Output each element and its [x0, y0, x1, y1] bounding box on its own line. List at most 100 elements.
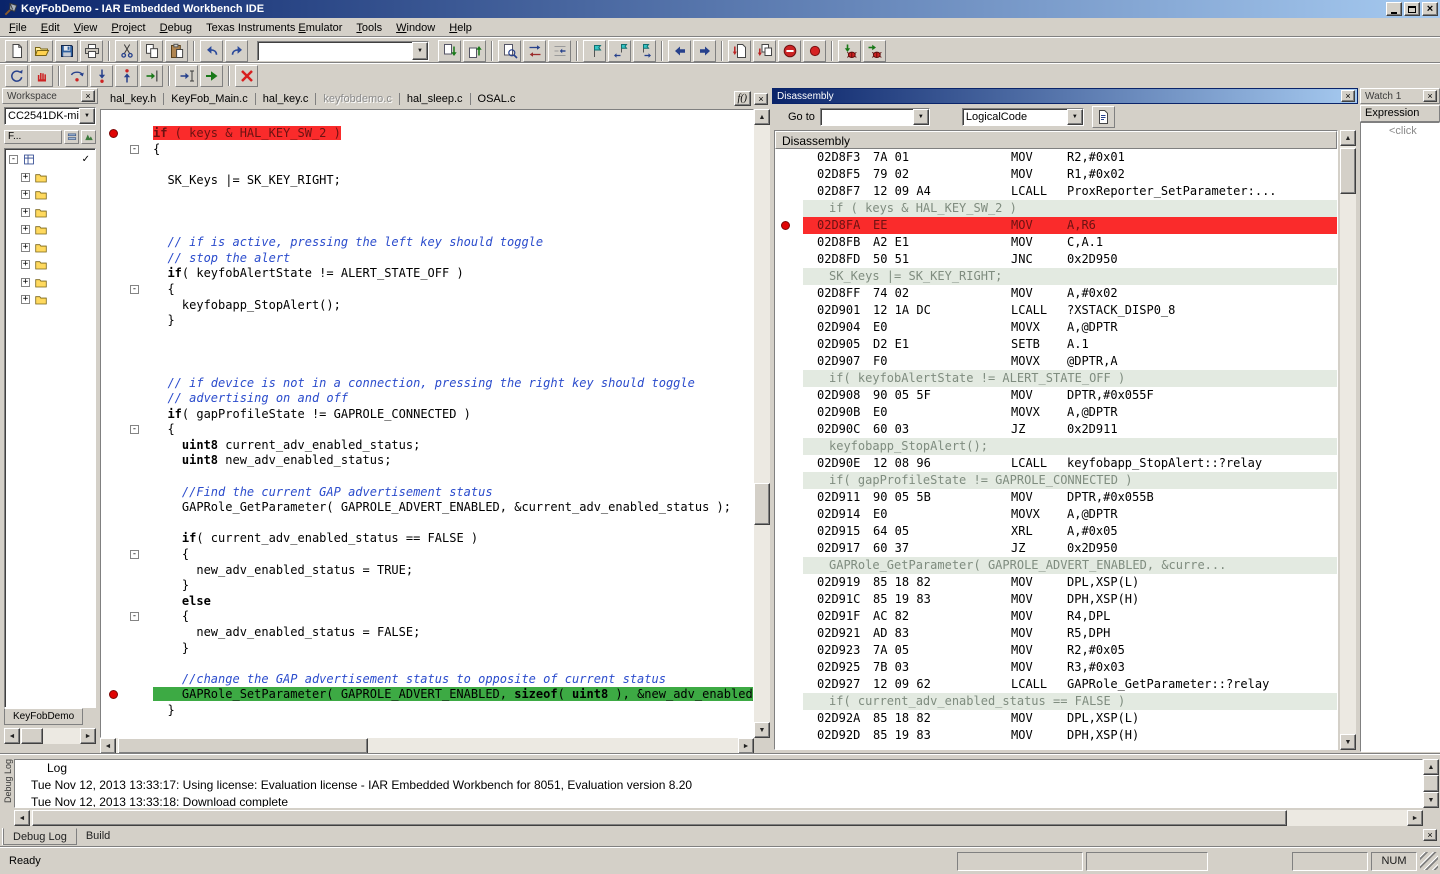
save-button[interactable]	[55, 40, 78, 62]
breakpoint-gutter-cell[interactable]	[101, 266, 127, 282]
fold-collapse-icon[interactable]: -	[130, 145, 139, 154]
scroll-track[interactable]	[754, 125, 770, 722]
breakpoint-gutter-cell[interactable]	[101, 204, 127, 220]
breakpoint-gutter-cell[interactable]	[101, 235, 127, 251]
disassembly-source-line[interactable]: if ( keys & HAL_KEY_SW_2 )	[775, 200, 1337, 217]
breakpoint-gutter-cell[interactable]	[101, 609, 127, 625]
print-button[interactable]	[80, 40, 103, 62]
find-combo-dropdown-icon[interactable]: ▼	[412, 42, 428, 60]
code-line[interactable]: GAPRole_GetParameter( GAPROLE_ADVERT_ENA…	[101, 500, 753, 516]
disassembly-close-button[interactable]: ×	[1341, 90, 1355, 102]
code-line[interactable]	[101, 344, 753, 360]
disassembly-gutter-cell[interactable]	[775, 217, 803, 234]
code-line[interactable]: }	[101, 313, 753, 329]
code-line[interactable]: //Find the current GAP advertisement sta…	[101, 485, 753, 501]
breakpoint-gutter-cell[interactable]	[101, 500, 127, 516]
expand-icon[interactable]: +	[21, 225, 30, 234]
disassembly-source-line[interactable]: if( current_adv_enabled_status == FALSE …	[775, 693, 1337, 710]
editor-close-button[interactable]: ×	[754, 93, 768, 105]
breakpoint-gutter-cell[interactable]	[101, 672, 127, 688]
fold-collapse-icon[interactable]: -	[130, 425, 139, 434]
disassembly-line[interactable]: 02D8F712 09 A4LCALLProxReporter_SetParam…	[775, 183, 1337, 200]
code-line[interactable]: if ( keys & HAL_KEY_SW_2 )	[101, 126, 753, 142]
breakpoint-gutter-cell[interactable]	[101, 485, 127, 501]
code-line[interactable]: }	[101, 703, 753, 719]
code-line[interactable]: uint8 current_adv_enabled_status;	[101, 438, 753, 454]
disassembly-gutter-cell[interactable]	[775, 489, 803, 506]
disassembly-line[interactable]: 02D91760 37JZ0x2D950	[775, 540, 1337, 557]
disassembly-gutter-cell[interactable]	[775, 659, 803, 676]
expand-icon[interactable]: +	[21, 295, 30, 304]
disassembly-line[interactable]: 02D90112 1A DCLCALL?XSTACK_DISP0_8	[775, 302, 1337, 319]
make-button[interactable]	[753, 40, 776, 62]
step-over-button[interactable]	[65, 65, 88, 87]
breakpoint-gutter-cell[interactable]	[101, 641, 127, 657]
disassembly-gutter-cell[interactable]	[775, 200, 803, 217]
disassembly-line[interactable]: 02D91190 05 5BMOVDPTR,#0x055B	[775, 489, 1337, 506]
scroll-thumb[interactable]	[754, 483, 770, 525]
breakpoint-gutter-cell[interactable]	[101, 188, 127, 204]
disassembly-line[interactable]: 02D907F0MOVX@DPTR,A	[775, 353, 1337, 370]
scroll-down-icon[interactable]: ▼	[1423, 792, 1439, 808]
stop-debugging-button[interactable]	[235, 65, 258, 87]
tree-folder-node[interactable]: +	[5, 274, 95, 292]
code-line[interactable]: uint8 new_adv_enabled_status;	[101, 453, 753, 469]
disassembly-gutter-cell[interactable]	[775, 285, 803, 302]
breakpoint-gutter-cell[interactable]	[101, 407, 127, 423]
copy-button[interactable]	[140, 40, 163, 62]
disassembly-line[interactable]: 02D91FAC 82MOVR4,DPL	[775, 608, 1337, 625]
scroll-up-icon[interactable]: ▲	[754, 109, 770, 125]
breakpoint-gutter-cell[interactable]	[101, 344, 127, 360]
code-line[interactable]: -{	[101, 142, 753, 158]
disassembly-gutter-cell[interactable]	[775, 319, 803, 336]
files-option-button-1[interactable]	[64, 130, 79, 144]
scroll-thumb[interactable]	[21, 728, 43, 744]
scroll-thumb[interactable]	[118, 738, 368, 754]
disassembly-gutter-cell[interactable]	[775, 727, 803, 744]
fold-collapse-icon[interactable]: -	[130, 285, 139, 294]
code-line[interactable]: // stop the alert	[101, 251, 753, 267]
disassembly-line[interactable]: 02D905D2 E1SETBA.1	[775, 336, 1337, 353]
workspace-close-button[interactable]: ×	[81, 90, 95, 102]
code-line[interactable]: else	[101, 594, 753, 610]
disassembly-source-line[interactable]: GAPRole_GetParameter( GAPROLE_ADVERT_ENA…	[775, 557, 1337, 574]
disassembly-source-line[interactable]: if( keyfobAlertState != ALERT_STATE_OFF …	[775, 370, 1337, 387]
scroll-down-icon[interactable]: ▼	[1340, 734, 1356, 750]
breakpoint-gutter-cell[interactable]	[101, 220, 127, 236]
tree-folder-node[interactable]: +	[5, 256, 95, 274]
disassembly-gutter-cell[interactable]	[775, 336, 803, 353]
disassembly-gutter-cell[interactable]	[775, 591, 803, 608]
editor-tab-hal-sleep-c[interactable]: hal_sleep.c	[401, 90, 469, 108]
paste-button[interactable]	[165, 40, 188, 62]
disassembly-gutter-cell[interactable]	[775, 642, 803, 659]
editor-tab-keyfobdemo-c[interactable]: keyfobdemo.c	[317, 90, 397, 108]
breakpoint-gutter-cell[interactable]	[101, 547, 127, 563]
code-line[interactable]: SK_Keys |= SK_KEY_RIGHT;	[101, 173, 753, 189]
open-file-button[interactable]	[30, 40, 53, 62]
message-window-close-button[interactable]: ×	[1423, 829, 1437, 841]
disassembly-gutter-cell[interactable]	[775, 166, 803, 183]
disassembly-gutter-cell[interactable]	[775, 404, 803, 421]
breakpoint-gutter-cell[interactable]	[101, 578, 127, 594]
close-button[interactable]: ×	[1422, 2, 1438, 16]
breakpoint-gutter-cell[interactable]	[101, 594, 127, 610]
breakpoint-gutter-cell[interactable]	[101, 329, 127, 345]
code-line[interactable]	[101, 329, 753, 345]
disassembly-line[interactable]: 02D8FBA2 E1MOVC,A.1	[775, 234, 1337, 251]
disassembly-gutter-cell[interactable]	[775, 625, 803, 642]
editor-tab-hal-key-c[interactable]: hal_key.c	[257, 90, 315, 108]
breakpoint-gutter-cell[interactable]	[101, 516, 127, 532]
scroll-thumb[interactable]	[1423, 775, 1439, 792]
expand-icon[interactable]: +	[21, 208, 30, 217]
code-line[interactable]: if( current_adv_enabled_status == FALSE …	[101, 531, 753, 547]
code-line[interactable]: - {	[101, 282, 753, 298]
breakpoint-gutter-cell[interactable]	[101, 422, 127, 438]
disassembly-line[interactable]: 02D91564 05XRLA,#0x05	[775, 523, 1337, 540]
disassembly-options-button[interactable]	[1092, 106, 1115, 128]
disassembly-line[interactable]: 02D90C60 03JZ0x2D911	[775, 421, 1337, 438]
disassembly-gutter-cell[interactable]	[775, 370, 803, 387]
code-line[interactable]: GAPRole_SetParameter( GAPROLE_ADVERT_ENA…	[101, 687, 753, 703]
editor-tab-osal-c[interactable]: OSAL.c	[472, 90, 522, 108]
disassembly-line[interactable]: 02D92D85 19 83MOVDPH,XSP(H)	[775, 727, 1337, 744]
disassembly-gutter-cell[interactable]	[775, 472, 803, 489]
